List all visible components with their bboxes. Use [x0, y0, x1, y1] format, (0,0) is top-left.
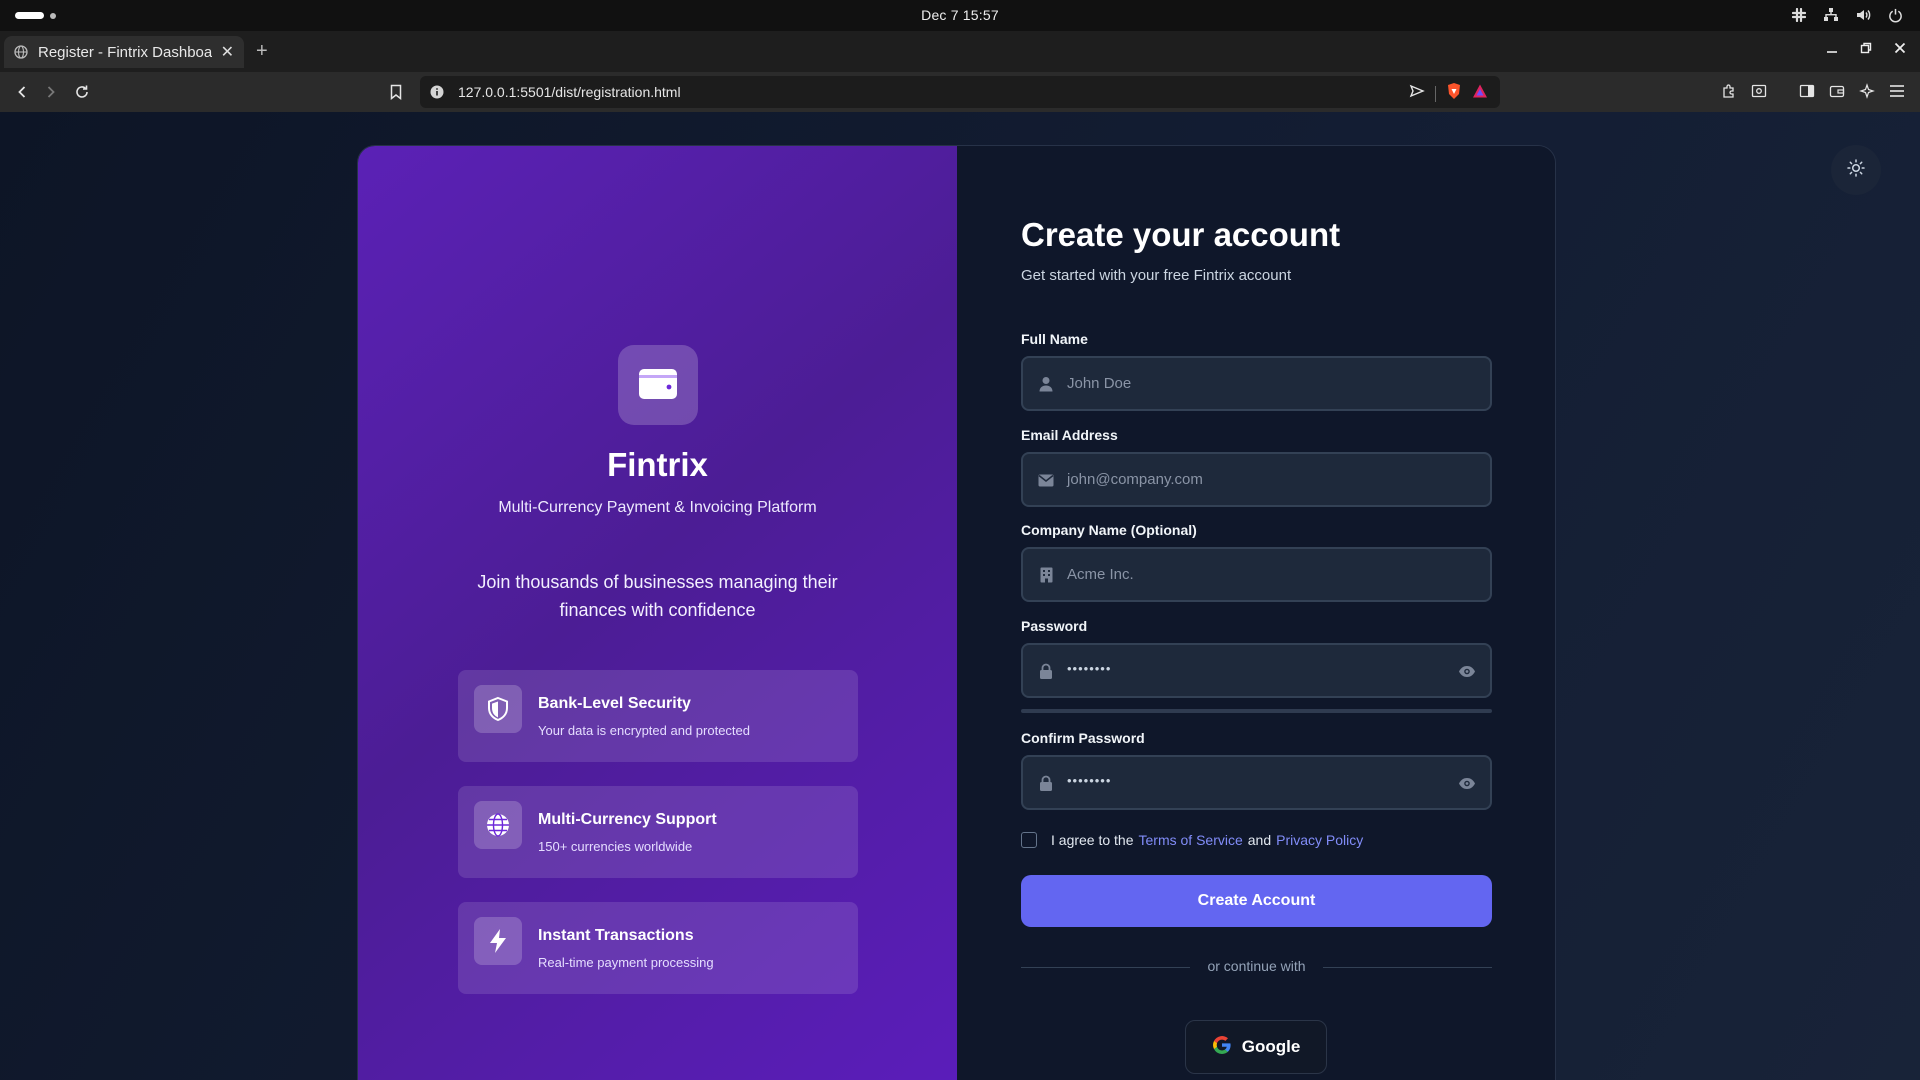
form-subtitle: Get started with your free Fintrix accou…	[1021, 267, 1292, 284]
brave-shield-icon[interactable]	[1446, 82, 1462, 105]
back-icon[interactable]	[12, 82, 32, 102]
terms-prefix: I agree to the	[1051, 832, 1134, 848]
password-label: Password	[1021, 618, 1088, 634]
address-bar-actions	[1409, 82, 1488, 105]
feature-card-security: Bank-Level Security Your data is encrypt…	[458, 670, 858, 762]
volume-icon[interactable]	[1854, 6, 1872, 24]
feature-description: 150+ currencies worldwide	[538, 839, 693, 854]
divider-line	[1323, 967, 1492, 968]
os-top-bar: Dec 7 15:57	[0, 0, 1920, 31]
password-field[interactable]: ••••••••	[1021, 643, 1492, 698]
page: Fintrix Multi-Currency Payment & Invoici…	[0, 112, 1920, 1080]
create-account-button[interactable]: Create Account	[1021, 875, 1492, 927]
google-icon	[1212, 1035, 1232, 1060]
registration-card: Fintrix Multi-Currency Payment & Invoici…	[357, 145, 1556, 1080]
tab-title: Register - Fintrix Dashboard	[38, 43, 212, 61]
sidebar-icon[interactable]	[1798, 82, 1816, 100]
divider-text: or continue with	[1207, 958, 1306, 974]
lock-icon	[1037, 662, 1055, 680]
feature-title: Instant Transactions	[538, 927, 694, 944]
lock-icon	[1037, 774, 1055, 792]
or-divider: or continue with	[1021, 958, 1492, 974]
brand-pitch: Join thousands of businesses managing th…	[477, 572, 838, 620]
send-icon[interactable]	[1409, 84, 1425, 103]
terms-checkbox[interactable]	[1021, 832, 1037, 848]
password-placeholder: ••••••••	[1067, 661, 1112, 676]
company-placeholder: Acme Inc.	[1067, 566, 1134, 583]
wallet-icon[interactable]	[1828, 82, 1846, 100]
wallet-icon	[638, 366, 678, 405]
feature-card-transactions: Instant Transactions Real-time payment p…	[458, 902, 858, 994]
restore-icon[interactable]	[1860, 41, 1872, 57]
full-name-placeholder: John Doe	[1067, 375, 1132, 392]
globe-icon	[14, 45, 28, 59]
terms-and: and	[1247, 832, 1272, 848]
lightning-icon	[474, 917, 522, 965]
toolbar-gap	[1780, 82, 1786, 100]
company-field[interactable]: Acme Inc.	[1021, 547, 1492, 602]
company-label: Company Name (Optional)	[1021, 522, 1197, 538]
envelope-icon	[1037, 471, 1055, 489]
reload-icon[interactable]	[72, 82, 92, 102]
building-icon	[1037, 566, 1055, 584]
system-tray	[1790, 6, 1904, 24]
tab-close-icon[interactable]: ✕	[221, 42, 234, 62]
privacy-policy-link[interactable]: Privacy Policy	[1276, 832, 1363, 848]
brand-tagline: Multi-Currency Payment & Invoicing Platf…	[498, 499, 817, 516]
browser-tab-strip: Register - Fintrix Dashboard ✕ +	[0, 31, 1920, 72]
feature-description: Real-time payment processing	[538, 955, 714, 970]
brand-panel: Fintrix Multi-Currency Payment & Invoici…	[358, 146, 957, 1080]
brave-rewards-icon[interactable]	[1472, 83, 1488, 104]
minimize-icon[interactable]	[1826, 41, 1838, 57]
feature-card-currency: Multi-Currency Support 150+ currencies w…	[458, 786, 858, 878]
logo	[618, 345, 698, 425]
browser-tab[interactable]: Register - Fintrix Dashboard ✕	[4, 36, 244, 68]
feature-title: Bank-Level Security	[538, 695, 691, 712]
toolbar-right	[1720, 82, 1906, 100]
close-window-icon[interactable]	[1894, 41, 1906, 57]
brand-name: Fintrix	[607, 446, 708, 483]
show-confirm-password-eye-icon[interactable]	[1458, 774, 1476, 792]
site-info-icon[interactable]	[429, 84, 445, 100]
terms-agreement: I agree to the Terms of Service and Priv…	[1021, 832, 1363, 848]
google-button-label: Google	[1241, 1037, 1301, 1056]
bookmark-icon[interactable]	[386, 82, 406, 102]
email-label: Email Address	[1021, 427, 1118, 443]
terms-of-service-link[interactable]: Terms of Service	[1139, 832, 1243, 848]
screenshot-icon[interactable]	[1750, 82, 1768, 100]
show-password-eye-icon[interactable]	[1458, 662, 1476, 680]
new-tab-button[interactable]: +	[256, 40, 268, 63]
sun-icon	[1847, 158, 1865, 182]
form-title: Create your account	[1021, 216, 1341, 253]
full-name-field[interactable]: John Doe	[1021, 356, 1492, 411]
feature-description: Your data is encrypted and protected	[538, 723, 750, 738]
leo-ai-icon[interactable]	[1858, 82, 1876, 100]
email-field[interactable]: john@company.com	[1021, 452, 1492, 507]
os-clock[interactable]: Dec 7 15:57	[0, 7, 1920, 23]
password-strength-bar	[1021, 709, 1492, 713]
extensions-icon[interactable]	[1720, 82, 1738, 100]
menu-icon[interactable]	[1888, 82, 1906, 100]
window-controls	[1826, 41, 1906, 57]
full-name-label: Full Name	[1021, 331, 1088, 347]
browser-toolbar: 127.0.0.1:5501/dist/registration.html	[0, 72, 1920, 112]
shield-icon	[474, 685, 522, 733]
feature-title: Multi-Currency Support	[538, 811, 717, 828]
confirm-password-label: Confirm Password	[1021, 730, 1145, 746]
user-icon	[1037, 375, 1055, 393]
email-placeholder: john@company.com	[1067, 471, 1203, 488]
google-signin-button[interactable]: Google	[1185, 1020, 1327, 1074]
confirm-password-field[interactable]: ••••••••	[1021, 755, 1492, 810]
address-bar[interactable]: 127.0.0.1:5501/dist/registration.html	[420, 76, 1500, 108]
url-text: 127.0.0.1:5501/dist/registration.html	[458, 84, 681, 100]
network-icon[interactable]	[1822, 6, 1840, 24]
forward-icon[interactable]	[41, 82, 61, 102]
globe-icon	[474, 801, 522, 849]
theme-toggle-button[interactable]	[1831, 145, 1881, 195]
slack-icon[interactable]	[1790, 6, 1808, 24]
toolbar-separator	[1435, 85, 1436, 102]
power-icon[interactable]	[1886, 6, 1904, 24]
form-panel: Create your account Get started with you…	[957, 146, 1555, 1080]
confirm-password-placeholder: ••••••••	[1067, 773, 1112, 788]
